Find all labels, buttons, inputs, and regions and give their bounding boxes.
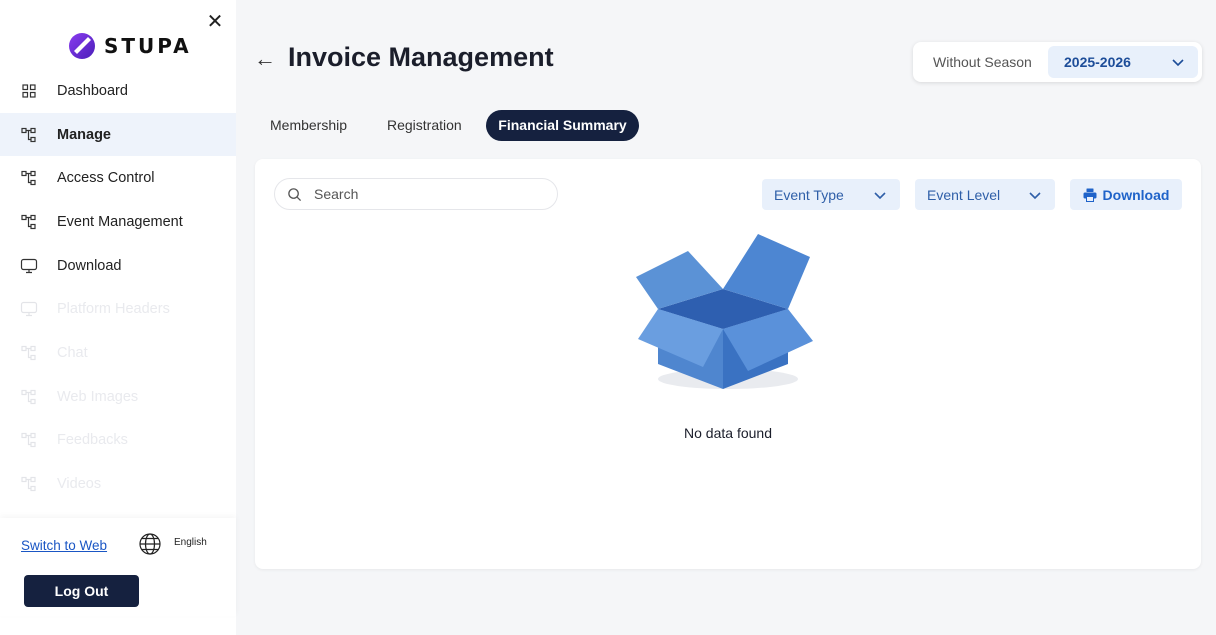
season-label[interactable]: Without Season [933,54,1047,70]
switch-to-web-link[interactable]: Switch to Web [21,538,107,553]
hierarchy-icon [20,213,38,231]
sidebar-item-label: Web Images [57,388,139,405]
sidebar-item-label: Download [57,257,122,274]
sidebar-item-dashboard[interactable]: Dashboard [0,69,236,113]
monitor-icon [20,257,38,275]
monitor-icon [20,300,38,318]
chevron-down-icon [874,192,886,200]
empty-box-illustration [636,234,813,389]
hierarchy-icon [20,388,38,406]
printer-icon [1083,188,1097,202]
sidebar-item-web-images[interactable]: Web Images [0,375,236,419]
sidebar-item-label: Platform Headers [57,301,170,318]
download-button[interactable]: Download [1070,179,1182,210]
hierarchy-icon [20,169,38,187]
sidebar-item-chat[interactable]: Chat [0,331,236,375]
page-title: Invoice Management [288,42,554,72]
sidebar-item-manage[interactable]: Manage [0,112,236,157]
globe-icon[interactable] [138,532,162,556]
tab-membership[interactable]: Membership [270,110,347,141]
language-selector[interactable]: English [174,537,207,548]
event-type-dropdown[interactable]: Event Type [762,179,900,210]
stupa-logo-icon [69,33,95,59]
sidebar-item-label: Event Management [57,213,183,230]
chevron-down-icon [1172,59,1184,67]
brand-name: STUPA [104,34,192,58]
search-box[interactable] [274,178,558,210]
close-sidebar-icon[interactable]: ✕ [205,12,225,32]
sidebar-item-access-control[interactable]: Access Control [0,156,236,200]
event-level-label: Event Level [927,186,1001,203]
sidebar-item-videos[interactable]: Videos [0,462,236,506]
sidebar-item-label: Videos [57,476,102,493]
sidebar-item-label: Dashboard [57,82,128,99]
empty-state-message: No data found [684,425,772,441]
event-type-label: Event Type [774,186,844,203]
sidebar-item-label: Feedbacks [57,432,128,449]
back-arrow-icon[interactable]: ← [254,46,276,72]
sidebar-item-event-management[interactable]: Event Management [0,200,236,244]
sidebar: ✕ STUPA Dashboard Manage Access Control … [0,0,236,635]
sidebar-item-download[interactable]: Download [0,244,236,288]
hierarchy-icon [20,475,38,493]
sidebar-item-platform-headers[interactable]: Platform Headers [0,287,236,331]
sidebar-nav: Dashboard Manage Access Control Event Ma… [0,69,236,506]
sidebar-item-label: Chat [57,344,88,361]
season-dropdown[interactable]: 2025-2026 [1048,46,1198,78]
hierarchy-icon [20,126,38,144]
sidebar-footer: Switch to Web English Log Out [0,518,236,616]
sidebar-item-label: Manage [57,126,111,143]
season-selector: Without Season 2025-2026 [913,42,1202,82]
sidebar-item-feedbacks[interactable]: Feedbacks [0,419,236,463]
download-label: Download [1102,186,1170,203]
chevron-down-icon [1029,192,1041,200]
hierarchy-icon [20,344,38,362]
event-level-dropdown[interactable]: Event Level [915,179,1055,210]
sidebar-item-label: Access Control [57,170,155,187]
tab-financial-summary[interactable]: Financial Summary [486,110,639,141]
brand-logo: STUPA [68,32,192,60]
season-value: 2025-2026 [1064,54,1131,70]
search-icon [288,187,302,201]
logout-button[interactable]: Log Out [24,575,139,607]
content-card: Event Type Event Level Download No data … [255,159,1201,569]
hierarchy-icon [20,431,38,449]
search-input[interactable] [314,186,534,202]
tab-registration[interactable]: Registration [387,110,462,141]
grid-icon [20,82,38,100]
